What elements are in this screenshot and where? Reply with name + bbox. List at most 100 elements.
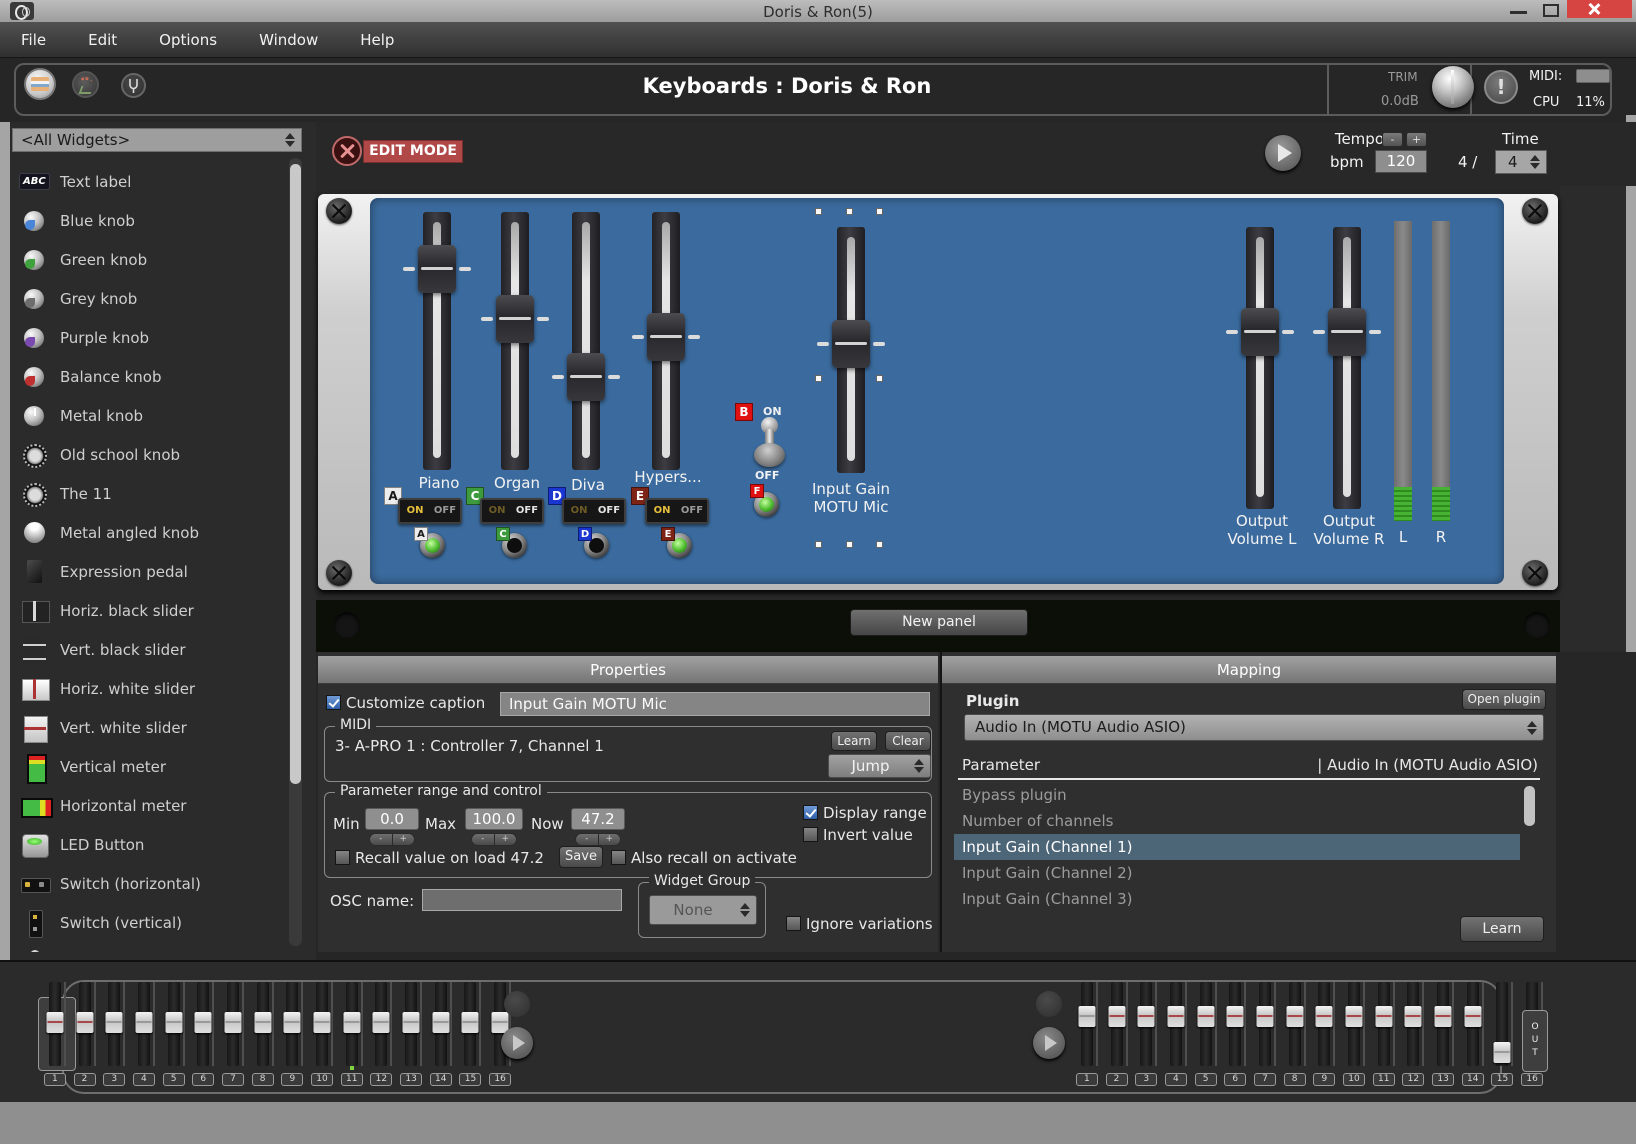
widget-filter-dropdown[interactable]: <All Widgets> — [12, 128, 302, 152]
play-button[interactable] — [1265, 135, 1301, 171]
fader-handle[interactable] — [314, 1012, 331, 1033]
slider-handle[interactable] — [1241, 308, 1279, 356]
toggle-switch-widget[interactable]: B ON OFF — [735, 401, 807, 487]
fader-handle[interactable] — [432, 1012, 449, 1033]
new-panel-button[interactable]: New panel — [850, 609, 1028, 636]
sidebar-item[interactable]: Horiz. white slider — [10, 669, 290, 708]
now-plus[interactable]: + — [599, 834, 621, 845]
sidebar-item[interactable]: Vert. white slider — [10, 708, 290, 747]
fader-handle[interactable] — [1375, 1006, 1392, 1027]
menu-help[interactable]: Help — [339, 22, 415, 58]
sidebar-item[interactable]: Switch (vertical) — [10, 903, 290, 942]
now-stepper[interactable]: -+ — [575, 833, 621, 846]
ignore-variations-checkbox[interactable] — [786, 916, 801, 931]
max-plus[interactable]: + — [495, 834, 517, 845]
fader-handle[interactable] — [1316, 1006, 1333, 1027]
sidebar-item[interactable]: Toggle switch — [10, 942, 290, 952]
time-denominator-dropdown[interactable]: 4 — [1495, 150, 1547, 174]
fader-handle[interactable] — [1108, 1006, 1125, 1027]
fader-handle[interactable] — [1464, 1006, 1481, 1027]
maximize-button[interactable] — [1543, 4, 1559, 17]
slider-handle[interactable] — [832, 320, 870, 368]
edit-mode-icon[interactable] — [332, 136, 362, 166]
fader-handle[interactable] — [403, 1012, 420, 1033]
fader-handle[interactable] — [165, 1012, 182, 1033]
parameter-row[interactable]: Bypass plugin — [954, 782, 1520, 808]
fader-handle[interactable] — [284, 1012, 301, 1033]
on-off-switch[interactable]: ON OFF — [398, 498, 462, 524]
fader-handle[interactable] — [1405, 1006, 1422, 1027]
fader-handle[interactable] — [46, 1012, 63, 1033]
parameter-row[interactable]: Input Gain (Channel 2) — [954, 860, 1520, 886]
min-stepper[interactable]: -+ — [369, 833, 415, 846]
menu-window[interactable]: Window — [238, 22, 339, 58]
fader-handle[interactable] — [462, 1012, 479, 1033]
fader-handle[interactable] — [1078, 1006, 1095, 1027]
midi-clear-button[interactable]: Clear — [885, 731, 931, 751]
sidebar-scrollbar-thumb[interactable] — [290, 164, 301, 784]
sidebar-item[interactable]: Expression pedal — [10, 552, 290, 591]
caption-input[interactable]: Input Gain MOTU Mic — [500, 692, 930, 716]
fader-handle[interactable] — [1167, 1006, 1184, 1027]
sidebar-item[interactable]: Purple knob — [10, 318, 290, 357]
max-minus[interactable]: - — [472, 834, 495, 845]
fader-handle[interactable] — [1435, 1006, 1452, 1027]
bpm-field[interactable]: 120 — [1375, 150, 1427, 173]
now-field[interactable]: 47.2 — [571, 808, 625, 830]
on-off-switch[interactable]: ON OFF — [480, 498, 544, 524]
menu-options[interactable]: Options — [138, 22, 238, 58]
mixer-play-button[interactable] — [501, 1027, 533, 1059]
min-minus[interactable]: - — [370, 834, 393, 845]
sidebar-item[interactable]: Metal angled knob — [10, 513, 290, 552]
setlist-view-icon[interactable] — [72, 71, 99, 98]
sidebar-item[interactable]: LED Button — [10, 825, 290, 864]
osc-name-input[interactable] — [422, 889, 622, 911]
mixer-play-button[interactable] — [1033, 1027, 1065, 1059]
fader-handle[interactable] — [1494, 1042, 1511, 1063]
fader-handle[interactable] — [373, 1012, 390, 1033]
rackspace-view-icon[interactable] — [24, 68, 56, 100]
sidebar-item[interactable]: Blue knob — [10, 201, 290, 240]
widget-group-dropdown[interactable]: None — [649, 895, 757, 925]
fader-handle[interactable] — [254, 1012, 271, 1033]
parameter-scrollbar-thumb[interactable] — [1524, 786, 1535, 826]
panic-button[interactable]: ! — [1484, 70, 1518, 104]
now-minus[interactable]: - — [576, 834, 599, 845]
recall-checkbox[interactable] — [335, 850, 350, 865]
menu-file[interactable]: File — [0, 22, 67, 58]
sidebar-item[interactable]: Vertical meter — [10, 747, 290, 786]
fader-handle[interactable] — [76, 1012, 93, 1033]
fader-handle[interactable] — [135, 1012, 152, 1033]
fader-handle[interactable] — [1138, 1006, 1155, 1027]
fader-handle[interactable] — [1346, 1006, 1363, 1027]
fader-handle[interactable] — [343, 1012, 360, 1033]
fader-handle[interactable] — [1286, 1006, 1303, 1027]
save-button[interactable]: Save — [559, 846, 603, 868]
output-volume-l-slider[interactable] — [1246, 227, 1274, 509]
invert-value-checkbox[interactable] — [803, 827, 818, 842]
mapping-learn-button[interactable]: Learn — [1460, 916, 1544, 942]
parameter-row[interactable]: Number of channels — [954, 808, 1520, 834]
mixer-section-button[interactable] — [1036, 991, 1062, 1017]
mixer-section-button[interactable] — [504, 991, 530, 1017]
minimize-button[interactable] — [1510, 11, 1527, 14]
parameter-row[interactable]: Input Gain (Channel 3) — [954, 886, 1520, 912]
min-field[interactable]: 0.0 — [365, 808, 419, 830]
tempo-minus-button[interactable]: - — [1382, 132, 1403, 147]
min-plus[interactable]: + — [393, 834, 415, 845]
sidebar-item[interactable]: Horiz. black slider — [10, 591, 290, 630]
on-off-switch[interactable]: ON OFF — [645, 498, 709, 524]
sidebar-item[interactable]: Switch (horizontal) — [10, 864, 290, 903]
jump-mode-dropdown[interactable]: Jump — [828, 754, 931, 778]
sidebar-item[interactable]: Vert. black slider — [10, 630, 290, 669]
sidebar-item[interactable]: Grey knob — [10, 279, 290, 318]
open-plugin-button[interactable]: Open plugin — [1462, 689, 1546, 710]
midi-learn-button[interactable]: Learn — [831, 731, 877, 751]
edit-mode-badge[interactable]: EDIT MODE — [363, 140, 463, 163]
customize-caption-checkbox[interactable] — [326, 695, 341, 710]
also-recall-checkbox[interactable] — [611, 850, 626, 865]
sidebar-item[interactable]: Balance knob — [10, 357, 290, 396]
on-off-switch[interactable]: ON OFF — [562, 498, 626, 524]
fader-handle[interactable] — [1197, 1006, 1214, 1027]
tuner-icon[interactable] — [121, 73, 146, 98]
